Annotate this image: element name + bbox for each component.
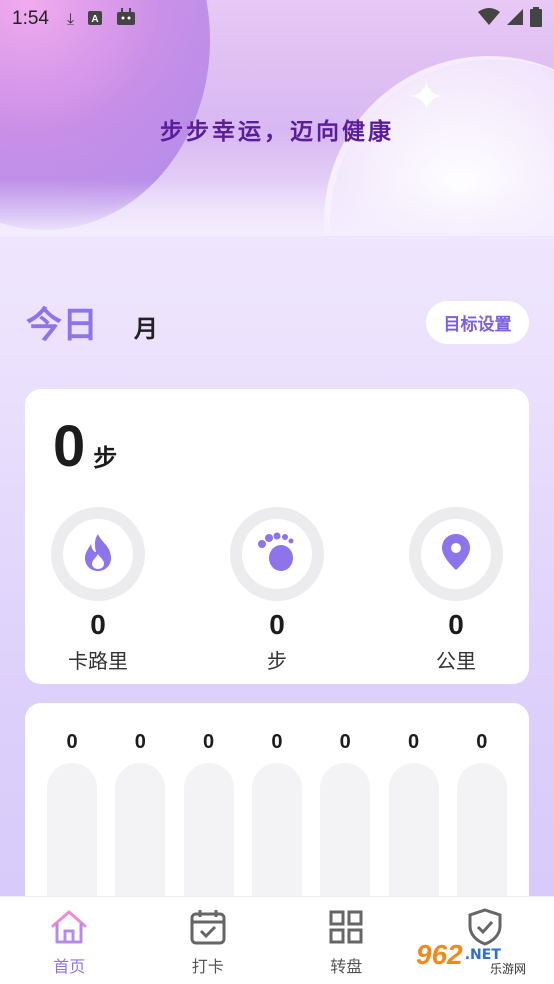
watermark-sub: 乐游网 <box>488 960 529 977</box>
period-tabs: 今日 月 <box>26 296 158 348</box>
bar-value-label: 0 <box>203 731 215 753</box>
metric-value: 0 <box>269 609 285 640</box>
metric-label: 公里 <box>436 649 476 673</box>
nav-item-checkin[interactable]: 打卡 <box>139 897 278 984</box>
location-pin-icon <box>441 533 471 575</box>
metric-steps: 0 步 <box>230 507 324 674</box>
grid-icon <box>326 907 366 947</box>
nav-item-home[interactable]: 首页 <box>0 897 139 984</box>
bar-value-label: 0 <box>407 731 420 753</box>
watermark-logo: 962 <box>416 939 463 970</box>
steps-unit: 步 <box>93 444 118 472</box>
goal-settings-button[interactable]: 目标设置 <box>426 301 529 344</box>
a-app-icon: A <box>88 10 103 29</box>
nav-label: 打卡 <box>191 957 224 976</box>
bar-value-label: 0 <box>134 731 146 753</box>
footprint-icon <box>255 532 299 576</box>
home-icon <box>49 907 89 947</box>
download-icon: ⤓ <box>66 9 75 28</box>
android-icon <box>116 8 136 30</box>
steps-total: 0 步 <box>53 413 117 480</box>
status-time: 1:54 <box>12 8 49 29</box>
signal-icon <box>506 8 524 30</box>
metric-value: 0 <box>90 609 106 640</box>
nav-label: 首页 <box>53 957 86 976</box>
bar-value-label: 0 <box>339 731 351 753</box>
tab-month[interactable]: 月 <box>134 309 158 344</box>
bar-value-label: 0 <box>476 731 488 753</box>
progress-ring <box>51 507 145 601</box>
metric-distance: 0 公里 <box>409 507 503 674</box>
status-bar: 1:54 ⤓ A <box>0 0 554 38</box>
summary-card: 0 步 0 卡路里 0 步 0 公里 <box>25 389 529 684</box>
metric-label: 步 <box>267 649 287 673</box>
tab-today[interactable]: 今日 <box>26 296 98 348</box>
progress-ring <box>409 507 503 601</box>
bar-value-label: 0 <box>271 731 283 753</box>
nav-item-wheel[interactable]: 转盘 <box>277 897 416 984</box>
bar-value-label: 0 <box>66 731 78 753</box>
nav-label: 转盘 <box>330 957 363 976</box>
metric-value: 0 <box>448 609 464 640</box>
wifi-icon <box>478 8 500 30</box>
steps-value: 0 <box>53 414 86 479</box>
battery-icon <box>530 7 542 31</box>
calendar-check-icon <box>188 907 228 947</box>
progress-ring <box>230 507 324 601</box>
metric-label: 卡路里 <box>68 649 128 673</box>
watermark: 962 .NET 乐游网 <box>416 930 550 980</box>
slogan-text: 步步幸运，迈向健康 <box>160 119 394 145</box>
svg-text:A: A <box>91 14 98 25</box>
metric-calories: 0 卡路里 <box>51 507 145 674</box>
fire-icon <box>81 532 115 576</box>
